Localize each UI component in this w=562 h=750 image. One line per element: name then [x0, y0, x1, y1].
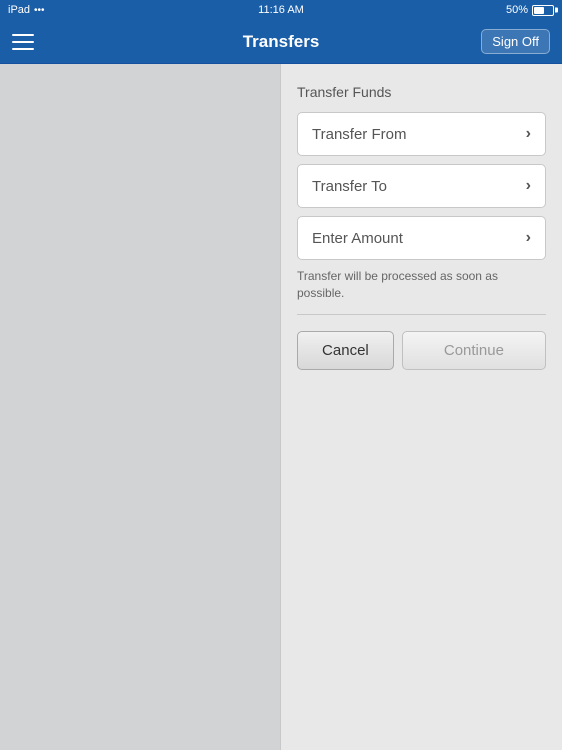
left-panel: [0, 64, 280, 750]
transfer-from-chevron-icon: ›: [526, 125, 531, 143]
transfer-to-label: Transfer To: [312, 178, 387, 195]
device-label: iPad: [8, 4, 30, 16]
cancel-button[interactable]: Cancel: [297, 331, 394, 370]
enter-amount-label: Enter Amount: [312, 230, 403, 247]
status-left: iPad •••: [8, 4, 45, 16]
status-bar: iPad ••• 11:16 AM 50%: [0, 0, 562, 20]
transfer-from-row[interactable]: Transfer From ›: [297, 112, 546, 156]
page-title: Transfers: [243, 32, 320, 52]
main-layout: Transfer Funds Transfer From › Transfer …: [0, 64, 562, 750]
notice-text: Transfer will be processed as soon as po…: [297, 268, 546, 302]
status-right: 50%: [506, 4, 554, 16]
transfer-to-row[interactable]: Transfer To ›: [297, 164, 546, 208]
enter-amount-chevron-icon: ›: [526, 229, 531, 247]
transfer-from-label: Transfer From: [312, 126, 406, 143]
status-time: 11:16 AM: [258, 4, 304, 16]
nav-bar: Transfers Sign Off: [0, 20, 562, 64]
enter-amount-row[interactable]: Enter Amount ›: [297, 216, 546, 260]
sign-off-button[interactable]: Sign Off: [481, 29, 550, 54]
right-panel: Transfer Funds Transfer From › Transfer …: [280, 64, 562, 750]
section-title: Transfer Funds: [297, 84, 546, 100]
hamburger-menu-icon[interactable]: [12, 34, 34, 50]
continue-button[interactable]: Continue: [402, 331, 546, 370]
transfer-to-chevron-icon: ›: [526, 177, 531, 195]
battery-icon: [532, 5, 554, 16]
divider: [297, 314, 546, 315]
button-row: Cancel Continue: [297, 331, 546, 370]
battery-percent: 50%: [506, 4, 528, 16]
wifi-icon: •••: [34, 5, 45, 16]
